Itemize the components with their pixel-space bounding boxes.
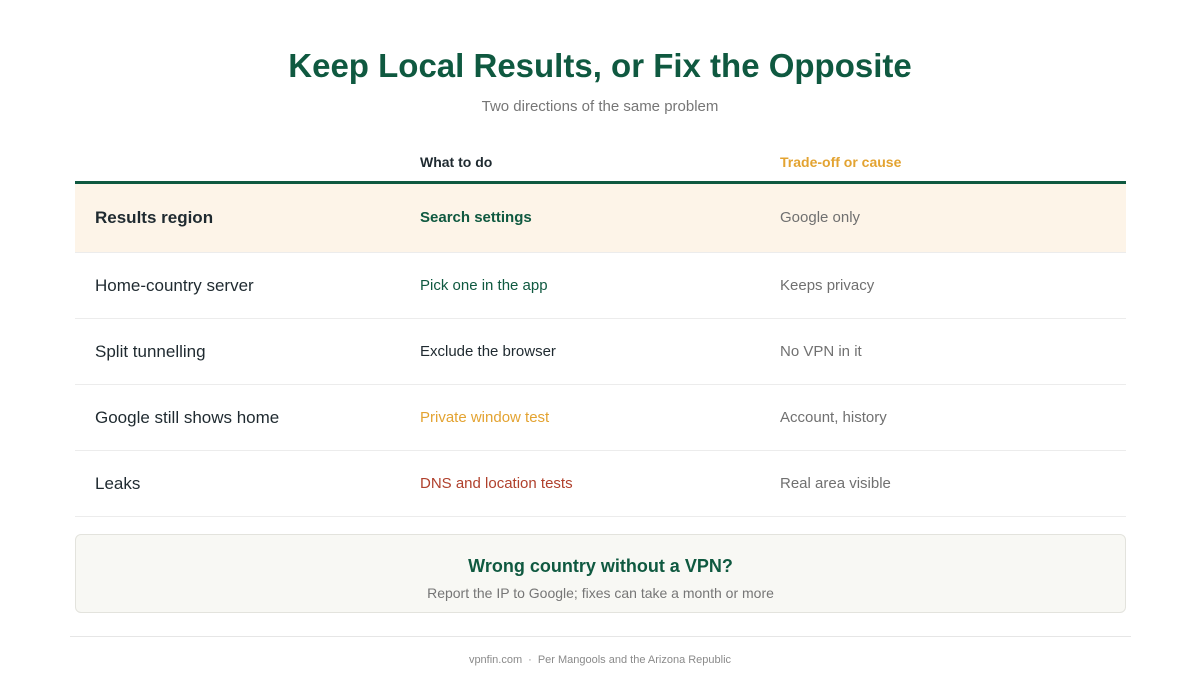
table-row: Google still shows home Private window t… — [75, 385, 1126, 451]
row-note: Keeps privacy — [780, 276, 875, 294]
row-label: Google still shows home — [95, 407, 280, 427]
row-note: Account, history — [780, 408, 887, 426]
row-action: Private window test — [420, 408, 550, 426]
table-header: What to do Trade-off or cause — [75, 145, 1126, 184]
page-subtitle: Two directions of the same problem — [481, 98, 719, 115]
row-note: Real area visible — [780, 474, 891, 492]
page-title: Keep Local Results, or Fix the Opposite — [288, 47, 912, 84]
comparison-table: What to do Trade-off or cause Results re… — [75, 145, 1126, 517]
table-row: Home-country server Pick one in the app … — [75, 253, 1126, 319]
table-row: Leaks DNS and location tests Real area v… — [75, 451, 1126, 517]
row-note: Google only — [780, 209, 861, 226]
row-action: DNS and location tests — [420, 474, 573, 492]
footer: vpnfin.com · Per Mangools and the Arizona … — [0, 652, 1200, 668]
row-label: Split tunnelling — [95, 341, 206, 361]
footer-site: vpnfin.com — [468, 654, 523, 666]
row-note: No VPN in it — [780, 342, 862, 360]
row-label: Leaks — [95, 473, 141, 493]
column-header-trade-off: Trade-off or cause — [780, 154, 902, 170]
row-action: Search settings — [420, 209, 532, 226]
table-row: Results region Search settings Google on… — [75, 184, 1126, 253]
callout-box: Wrong country without a VPN? Report the … — [75, 534, 1126, 613]
footer-divider — [70, 636, 1131, 637]
row-action: Exclude the browser — [420, 342, 556, 360]
column-header-what-to-do: What to do — [420, 154, 493, 170]
callout-text: Report the IP to Google; fixes can take … — [427, 585, 774, 601]
table-row: Split tunnelling Exclude the browser No … — [75, 319, 1126, 385]
row-action: Pick one in the app — [420, 276, 548, 294]
callout-title: Wrong country without a VPN? — [468, 556, 733, 576]
row-label: Home-country server — [95, 275, 254, 295]
row-label: Results region — [95, 208, 214, 227]
footer-source: Per Mangools and the Arizona Republic — [537, 654, 732, 666]
footer-separator: · — [528, 654, 532, 666]
